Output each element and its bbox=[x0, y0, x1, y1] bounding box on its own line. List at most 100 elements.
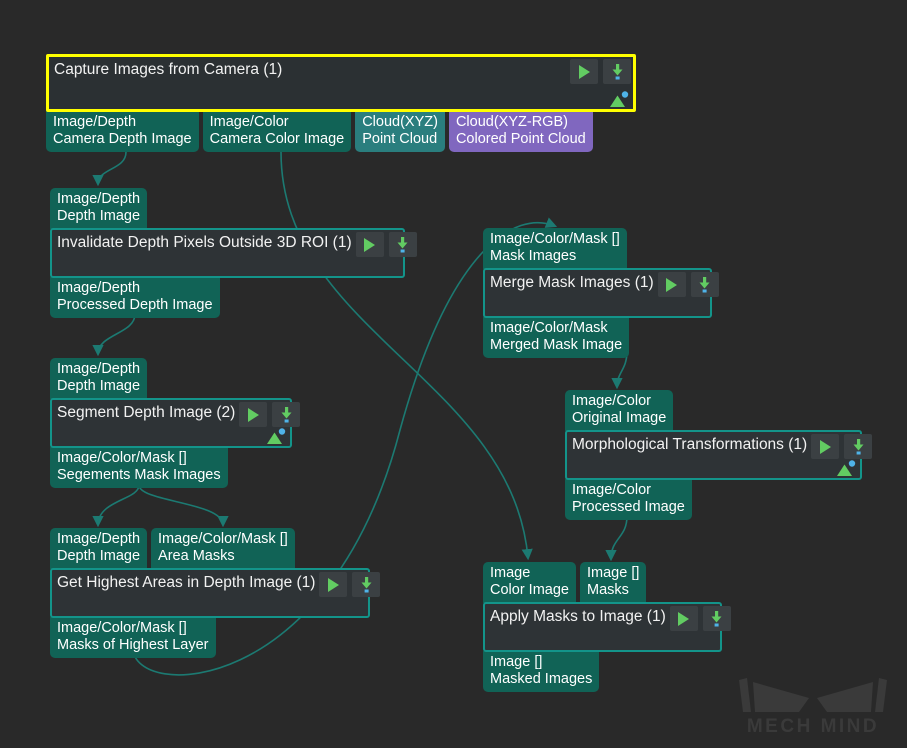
node-merge-mask-images[interactable]: Image/Color/Mask [] Mask Images Merge Ma… bbox=[483, 228, 719, 358]
port-type: Image/Color/Mask bbox=[490, 320, 608, 336]
port-type: Image/Color/Mask [] bbox=[57, 620, 187, 636]
download-icon[interactable] bbox=[690, 272, 719, 297]
port-type: Image/Color/Mask [] bbox=[490, 231, 620, 247]
node-buttons[interactable] bbox=[239, 400, 302, 427]
port-type: Cloud(XYZ-RGB) bbox=[455, 114, 568, 130]
input-port-depth-image[interactable]: Image/Depth Depth Image bbox=[50, 528, 148, 569]
output-ports: Image [] Masked Images bbox=[483, 651, 722, 692]
port-name: Merged Mask Image bbox=[490, 337, 623, 353]
mech-mind-logo: MECH MIND bbox=[733, 672, 893, 738]
port-type: Image/Depth bbox=[57, 280, 141, 296]
edge-segment-to-highest-depth bbox=[92, 484, 140, 528]
node-title: Apply Masks to Image (1) bbox=[490, 608, 666, 625]
input-port-depth-image[interactable]: Image/Depth Depth Image bbox=[50, 358, 148, 399]
edge-invalidate-to-segment bbox=[92, 313, 136, 357]
port-name: Masks bbox=[586, 582, 629, 598]
node-title: Morphological Transformations (1) bbox=[572, 436, 808, 453]
image-preview-icon[interactable] bbox=[608, 90, 630, 108]
output-port-processed-image[interactable]: Image/Color Processed Image bbox=[565, 479, 692, 520]
download-icon[interactable] bbox=[702, 606, 731, 631]
port-name: Depth Image bbox=[57, 378, 141, 394]
output-port-processed-depth-image[interactable]: Image/Depth Processed Depth Image bbox=[50, 277, 220, 318]
port-type: Image bbox=[490, 565, 531, 581]
input-port-mask-images[interactable]: Image/Color/Mask [] Mask Images bbox=[483, 228, 627, 269]
port-name: Masks of Highest Layer bbox=[57, 637, 209, 653]
input-port-original-image[interactable]: Image/Color Original Image bbox=[565, 390, 674, 431]
output-port-merged-mask-image[interactable]: Image/Color/Mask Merged Mask Image bbox=[483, 317, 630, 358]
output-ports: Image/Depth Processed Depth Image bbox=[50, 277, 405, 318]
edge-capture-depth-to-invalidate bbox=[92, 151, 127, 187]
input-port-color-image[interactable]: Image Color Image bbox=[483, 562, 576, 603]
play-icon[interactable] bbox=[669, 606, 698, 631]
port-name: Processed Image bbox=[572, 499, 685, 515]
node-title: Invalidate Depth Pixels Outside 3D ROI (… bbox=[57, 234, 352, 251]
play-icon[interactable] bbox=[355, 232, 384, 257]
port-type: Image/Color bbox=[572, 393, 651, 409]
port-type: Image/Color bbox=[572, 482, 651, 498]
node-buttons[interactable] bbox=[319, 570, 382, 597]
input-port-area-masks[interactable]: Image/Color/Mask [] Area Masks bbox=[151, 528, 295, 569]
node-morphological-transformations[interactable]: Image/Color Original Image Morphological… bbox=[565, 390, 873, 520]
output-port-colored-point-cloud[interactable]: Cloud(XYZ-RGB) Colored Point Cloud bbox=[448, 111, 593, 152]
port-name: Processed Depth Image bbox=[57, 297, 213, 313]
node-buttons[interactable] bbox=[811, 432, 874, 459]
download-icon[interactable] bbox=[603, 59, 631, 84]
node-buttons[interactable] bbox=[570, 57, 633, 84]
node-body[interactable]: Segment Depth Image (2) bbox=[50, 398, 301, 448]
port-name: Depth Image bbox=[57, 548, 141, 564]
node-body[interactable]: Morphological Transformations (1) bbox=[565, 430, 873, 480]
play-icon[interactable] bbox=[657, 272, 686, 297]
node-invalidate-depth-pixels-outside-3d-roi[interactable]: Image/Depth Depth Image Invalidate Depth… bbox=[50, 188, 417, 318]
node-apply-masks-to-image[interactable]: Image Color Image Image [] Masks Apply M… bbox=[483, 562, 731, 692]
node-buttons[interactable] bbox=[657, 270, 721, 297]
output-port-point-cloud[interactable]: Cloud(XYZ) Point Cloud bbox=[355, 111, 445, 152]
port-type: Cloud(XYZ) bbox=[362, 114, 438, 130]
output-ports: Image/Color/Mask Merged Mask Image bbox=[483, 317, 712, 358]
node-body[interactable]: Apply Masks to Image (1) bbox=[483, 602, 731, 652]
output-port-camera-color-image[interactable]: Image/Color Camera Color Image bbox=[202, 111, 352, 152]
node-title: Get Highest Areas in Depth Image (1) bbox=[57, 574, 316, 591]
image-preview-icon[interactable] bbox=[835, 459, 857, 477]
port-name: Camera Depth Image bbox=[53, 131, 192, 147]
node-segment-depth-image[interactable]: Image/Depth Depth Image Segment Depth Im… bbox=[50, 358, 301, 488]
input-ports: Image/Color/Mask [] Mask Images bbox=[483, 228, 712, 269]
play-icon[interactable] bbox=[811, 434, 840, 459]
node-capture-images-from-camera[interactable]: Capture Images from Camera (1) Image/Dep… bbox=[46, 54, 636, 152]
output-ports: Image/Color/Mask [] Segements Mask Image… bbox=[50, 447, 292, 488]
node-buttons[interactable] bbox=[669, 604, 733, 631]
node-body[interactable]: Get Highest Areas in Depth Image (1) bbox=[50, 568, 381, 618]
play-icon[interactable] bbox=[239, 402, 268, 427]
output-ports: Image/Color/Mask [] Masks of Highest Lay… bbox=[50, 617, 370, 658]
port-type: Image/Color bbox=[209, 114, 289, 130]
node-body[interactable]: Invalidate Depth Pixels Outside 3D ROI (… bbox=[50, 228, 417, 278]
node-body[interactable]: Merge Mask Images (1) bbox=[483, 268, 719, 318]
download-icon[interactable] bbox=[352, 572, 381, 597]
input-ports: Image/Depth Depth Image Image/Color/Mask… bbox=[50, 528, 370, 569]
image-preview-icon[interactable] bbox=[265, 427, 287, 445]
port-name: Mask Images bbox=[490, 248, 577, 264]
edge-morph-to-apply bbox=[605, 515, 628, 562]
node-get-highest-areas-in-depth-image[interactable]: Image/Depth Depth Image Image/Color/Mask… bbox=[50, 528, 381, 658]
output-port-masked-images[interactable]: Image [] Masked Images bbox=[483, 651, 600, 692]
node-body[interactable]: Capture Images from Camera (1) bbox=[46, 54, 636, 112]
output-port-segements-mask-images[interactable]: Image/Color/Mask [] Segements Mask Image… bbox=[50, 447, 228, 488]
port-type: Image/Depth bbox=[57, 361, 141, 377]
node-graph-canvas[interactable]: Capture Images from Camera (1) Image/Dep… bbox=[0, 0, 907, 748]
play-icon[interactable] bbox=[570, 59, 598, 84]
play-icon[interactable] bbox=[319, 572, 348, 597]
port-type: Image/Depth bbox=[53, 114, 137, 130]
input-port-depth-image[interactable]: Image/Depth Depth Image bbox=[50, 188, 148, 229]
port-type: Image/Color/Mask [] bbox=[57, 450, 187, 466]
port-type: Image [] bbox=[586, 565, 640, 581]
input-ports: Image/Depth Depth Image bbox=[50, 358, 292, 399]
download-icon[interactable] bbox=[844, 434, 873, 459]
output-port-camera-depth-image[interactable]: Image/Depth Camera Depth Image bbox=[46, 111, 199, 152]
port-type: Image [] bbox=[490, 654, 543, 670]
port-name: Segements Mask Images bbox=[57, 467, 221, 483]
node-buttons[interactable] bbox=[355, 230, 419, 257]
output-port-masks-of-highest-layer[interactable]: Image/Color/Mask [] Masks of Highest Lay… bbox=[50, 617, 216, 658]
download-icon[interactable] bbox=[388, 232, 417, 257]
download-icon[interactable] bbox=[272, 402, 301, 427]
input-port-masks[interactable]: Image [] Masks bbox=[579, 562, 647, 603]
node-title: Merge Mask Images (1) bbox=[490, 274, 654, 291]
